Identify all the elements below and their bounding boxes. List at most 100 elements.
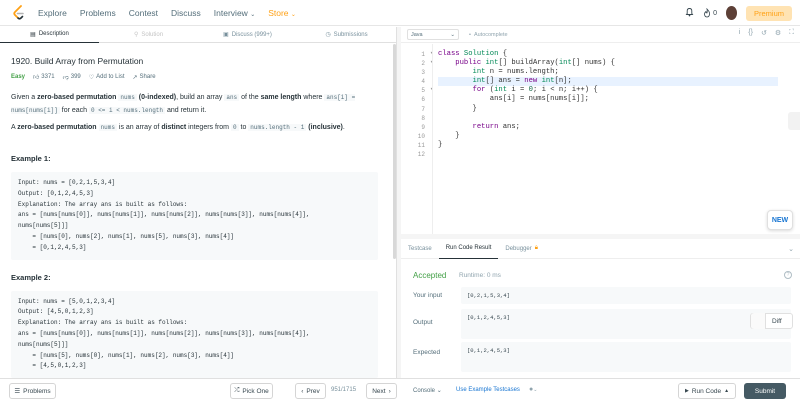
nav-contest[interactable]: Contest — [129, 8, 158, 18]
share-button[interactable]: ↗ Share — [133, 74, 156, 81]
inline-code: 0 — [230, 124, 239, 131]
shuffle-icon: ⤮ — [234, 387, 240, 394]
line-number: 5▼ — [401, 86, 433, 95]
chevron-down-icon: ⌄ — [450, 31, 455, 38]
statement-text: to — [238, 124, 249, 131]
console-button[interactable]: Console ⌄ — [413, 387, 442, 394]
language-value: Java — [411, 31, 423, 38]
code-line: class Solution { — [438, 50, 508, 58]
nav-discuss[interactable]: Discuss — [171, 8, 201, 18]
tab-run-code-result-label: Run Code Result — [445, 245, 492, 251]
pick-one-label: Pick One — [242, 387, 269, 395]
nav-explore[interactable]: Explore — [38, 8, 67, 18]
toggle-dot-icon: • — [469, 31, 471, 38]
add-to-list-label: Add to List — [96, 74, 125, 80]
chevron-left-icon: ‹ — [301, 387, 304, 395]
line-number: 6 — [401, 95, 431, 104]
info-icon[interactable]: i — [739, 29, 741, 37]
example-1-heading: Example 1: — [11, 154, 51, 163]
help-icon[interactable]: ? — [784, 271, 792, 279]
output-value: [0,1,2,4,5,3] — [461, 309, 791, 339]
dislike-count: 399 — [70, 74, 81, 80]
run-code-label: Run Code — [691, 387, 722, 395]
code-editor[interactable]: 1▼ 2▼ 3 4 5▼ 6 7 8 9 10 11 12 class Solu… — [401, 44, 800, 234]
tab-description[interactable]: ▤ Description — [0, 27, 99, 43]
nav-problems[interactable]: Problems — [80, 8, 116, 18]
settings-icon[interactable]: ⚙ — [775, 29, 781, 37]
line-number: 4 — [401, 77, 431, 86]
code-content[interactable]: class Solution { public int[] buildArray… — [438, 50, 778, 159]
run-code-button[interactable]: ▶ Run Code ▲ — [678, 383, 736, 399]
problem-title: 1920. Build Array from Permutation — [11, 56, 144, 66]
reset-icon[interactable]: ↺ — [761, 29, 767, 37]
tab-solution-label: Solution — [141, 31, 164, 38]
inline-code: ans — [224, 94, 240, 101]
tab-run-code-result[interactable]: Run Code Result — [438, 239, 499, 259]
avatar[interactable] — [725, 6, 737, 20]
line-gutter: 1▼ 2▼ 3 4 5▼ 6 7 8 9 10 11 12 — [401, 50, 433, 159]
statement-text: for each — [59, 107, 89, 114]
help-circle-icon[interactable]: ●⌄ — [529, 386, 537, 393]
runtime-text: Runtime: 0 ms — [459, 272, 501, 279]
diff-switch[interactable] — [751, 313, 766, 329]
result-status: Accepted — [413, 271, 447, 280]
tab-debugger[interactable]: Debugger 🔒︎ — [498, 239, 545, 259]
braces-icon[interactable]: {} — [748, 29, 753, 37]
share-label: Share — [139, 74, 156, 80]
inline-code: nums — [118, 94, 137, 101]
chevron-up-icon: ▲ — [724, 388, 730, 394]
use-example-testcases-link[interactable]: Use Example Testcases — [456, 387, 520, 393]
tab-discuss[interactable]: ▣ Discuss (999+) — [198, 27, 297, 43]
line-number-text: 4 — [421, 78, 425, 86]
problem-statement: Given a zero-based permutation nums (0-i… — [11, 91, 378, 117]
chevron-down-icon[interactable]: ⌄ — [788, 245, 794, 253]
tab-submissions-label: Submissions — [333, 31, 368, 38]
leetcode-logo-icon[interactable] — [10, 4, 28, 22]
code-line: for (int i = 0; i < n; i++) { — [472, 86, 598, 95]
statement-bold: same length — [260, 94, 302, 101]
side-panel-toggle[interactable] — [788, 112, 800, 130]
chevron-down-icon: ⌄ — [290, 11, 296, 18]
line-number: 3 — [401, 68, 431, 77]
statement-text: where — [301, 94, 325, 101]
problems-button[interactable]: ☰ Problems — [9, 383, 56, 399]
run-result-panel: Accepted Runtime: 0 ms ? Your input [0,2… — [401, 260, 800, 378]
thumbs-down-icon: 👎︎ — [62, 75, 69, 81]
problem-tabs: ▤ Description ⚲ Solution ▣ Discuss (999+… — [0, 27, 396, 43]
editor-actions: i {} ↺ ⚙ ⛶ — [739, 29, 794, 37]
prev-button[interactable]: ‹ Prev — [295, 383, 326, 399]
code-line: int n = nums.length; — [472, 68, 559, 77]
new-badge[interactable]: NEW — [767, 210, 793, 230]
statement-bold: distinct — [161, 124, 187, 131]
nav-store[interactable]: Store ⌄ — [268, 8, 296, 18]
nav-interview[interactable]: Interview ⌄ — [214, 8, 255, 18]
code-line: ans[i] = nums[nums[i]]; — [438, 95, 589, 104]
description-scrollbar[interactable] — [393, 44, 396, 259]
lock-icon: 🔒︎ — [534, 245, 538, 251]
autocomplete-toggle[interactable]: • Autocomplete — [469, 32, 508, 38]
example-2-heading: Example 2: — [11, 272, 51, 282]
fullscreen-icon[interactable]: ⛶ — [789, 29, 794, 37]
bell-icon[interactable] — [685, 7, 694, 19]
dislike-button[interactable]: 👎︎ 399 — [63, 73, 81, 81]
line-number-text: 1 — [421, 51, 425, 58]
code-line: } — [438, 140, 443, 149]
pick-one-button[interactable]: ⤮ Pick One — [230, 383, 273, 399]
coin-count: 0 — [713, 9, 717, 17]
like-button[interactable]: 👍︎ 3371 — [33, 73, 55, 81]
line-number-text: 10 — [417, 132, 425, 140]
language-select[interactable]: Java ⌄ — [407, 29, 459, 40]
tab-solution[interactable]: ⚲ Solution — [99, 27, 198, 43]
add-to-list-button[interactable]: ♡ Add to List — [89, 74, 125, 81]
next-button[interactable]: Next › — [366, 383, 397, 399]
output-label: Output — [413, 319, 433, 326]
submit-button[interactable]: Submit — [744, 383, 786, 399]
tab-testcase[interactable]: Testcase — [401, 239, 439, 259]
diff-toggle[interactable]: Diff — [750, 313, 793, 329]
tab-submissions[interactable]: ◷ Submissions — [297, 27, 396, 43]
example-1-box: Input: nums = [0,2,1,5,3,4] Output: [0,1… — [11, 172, 378, 260]
premium-button[interactable]: Premium — [745, 5, 792, 21]
inline-code: nums — [98, 124, 117, 131]
coin-counter[interactable]: 0 — [703, 8, 717, 18]
problem-meta: Easy 👍︎ 3371 👎︎ 399 ♡ Add to List ↗ Shar… — [11, 73, 378, 81]
